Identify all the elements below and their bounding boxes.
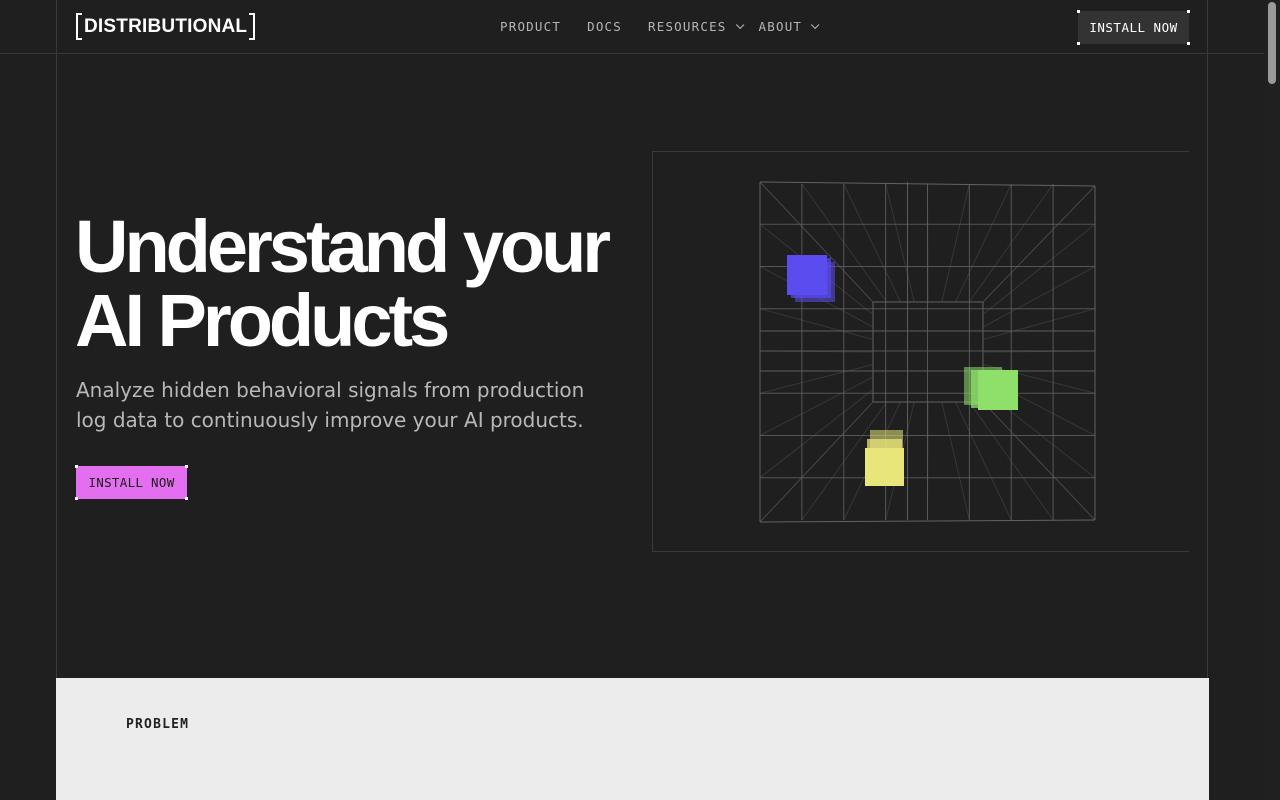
grid-line [955, 183, 1012, 303]
grid-cube-graphic [759, 181, 1096, 523]
install-now-header-button[interactable]: INSTALL NOW [1077, 10, 1190, 45]
nav-item-about-label: ABOUT [758, 19, 803, 34]
nav-item-about[interactable]: ABOUT [758, 19, 820, 34]
grid-line [927, 183, 929, 303]
hero-visualization [652, 151, 1189, 552]
install-now-header-label: INSTALL NOW [1089, 20, 1178, 35]
grid-line [759, 389, 874, 479]
nav-item-resources-label: RESOURCES [648, 19, 727, 34]
green-cube [964, 367, 1018, 410]
corner-marker [185, 497, 188, 500]
nav-item-docs[interactable]: DOCS [587, 19, 622, 34]
nav-item-product[interactable]: PRODUCT [500, 19, 561, 34]
grid-line [955, 401, 1012, 521]
grid-line [759, 519, 1096, 523]
grid-line [941, 401, 970, 521]
hero-title-line-1: Understand your [75, 205, 611, 288]
chevron-down-icon [811, 20, 820, 29]
corner-marker [185, 465, 188, 468]
nav-item-product-label: PRODUCT [500, 19, 562, 34]
main-nav: PRODUCT DOCS RESOURCES ABOUT [500, 19, 820, 34]
grid-line [759, 376, 874, 436]
logo-left-bracket [76, 13, 82, 40]
grid-line [885, 183, 915, 303]
problem-eyebrow: PROBLEM [126, 717, 190, 732]
problem-section: PROBLEM [56, 678, 1209, 800]
grid-line [982, 223, 1096, 315]
logo-right-bracket [249, 13, 256, 40]
page-scrollbar[interactable] [1265, 0, 1280, 800]
corner-marker [1077, 42, 1080, 45]
install-now-hero-button[interactable]: INSTALL NOW [75, 465, 188, 500]
corner-marker [75, 465, 78, 468]
yellow-cube [865, 430, 904, 486]
corner-marker [75, 497, 78, 500]
blue-cube [787, 255, 835, 302]
corner-marker [1077, 10, 1080, 13]
grid-line [941, 183, 970, 303]
corner-marker [1187, 10, 1190, 13]
grid-line [982, 308, 1096, 340]
grid-line [759, 308, 874, 340]
chevron-down-icon [735, 20, 744, 29]
logo-text: DISTRIBUTIONAL [84, 15, 248, 37]
grid-line [843, 183, 901, 303]
grid-line [982, 401, 1096, 521]
grid-line [982, 266, 1096, 328]
grid-line [759, 401, 874, 523]
corner-marker [1187, 42, 1190, 45]
hero-title: Understand your AI Products [75, 210, 611, 358]
scrollbar-thumb[interactable] [1268, 2, 1276, 84]
install-now-hero-label: INSTALL NOW [88, 475, 175, 490]
top-navbar: DISTRIBUTIONAL PRODUCT DOCS RESOURCES AB… [0, 0, 1264, 54]
grid-line [927, 401, 929, 521]
grid-line [759, 364, 874, 394]
nav-item-docs-label: DOCS [587, 19, 622, 34]
hero-subtitle: Analyze hidden behavioral signals from p… [76, 378, 585, 432]
hero-title-line-2: AI Products [75, 279, 450, 362]
brand-logo[interactable]: DISTRIBUTIONAL [76, 13, 256, 40]
nav-item-resources[interactable]: RESOURCES [648, 19, 744, 34]
